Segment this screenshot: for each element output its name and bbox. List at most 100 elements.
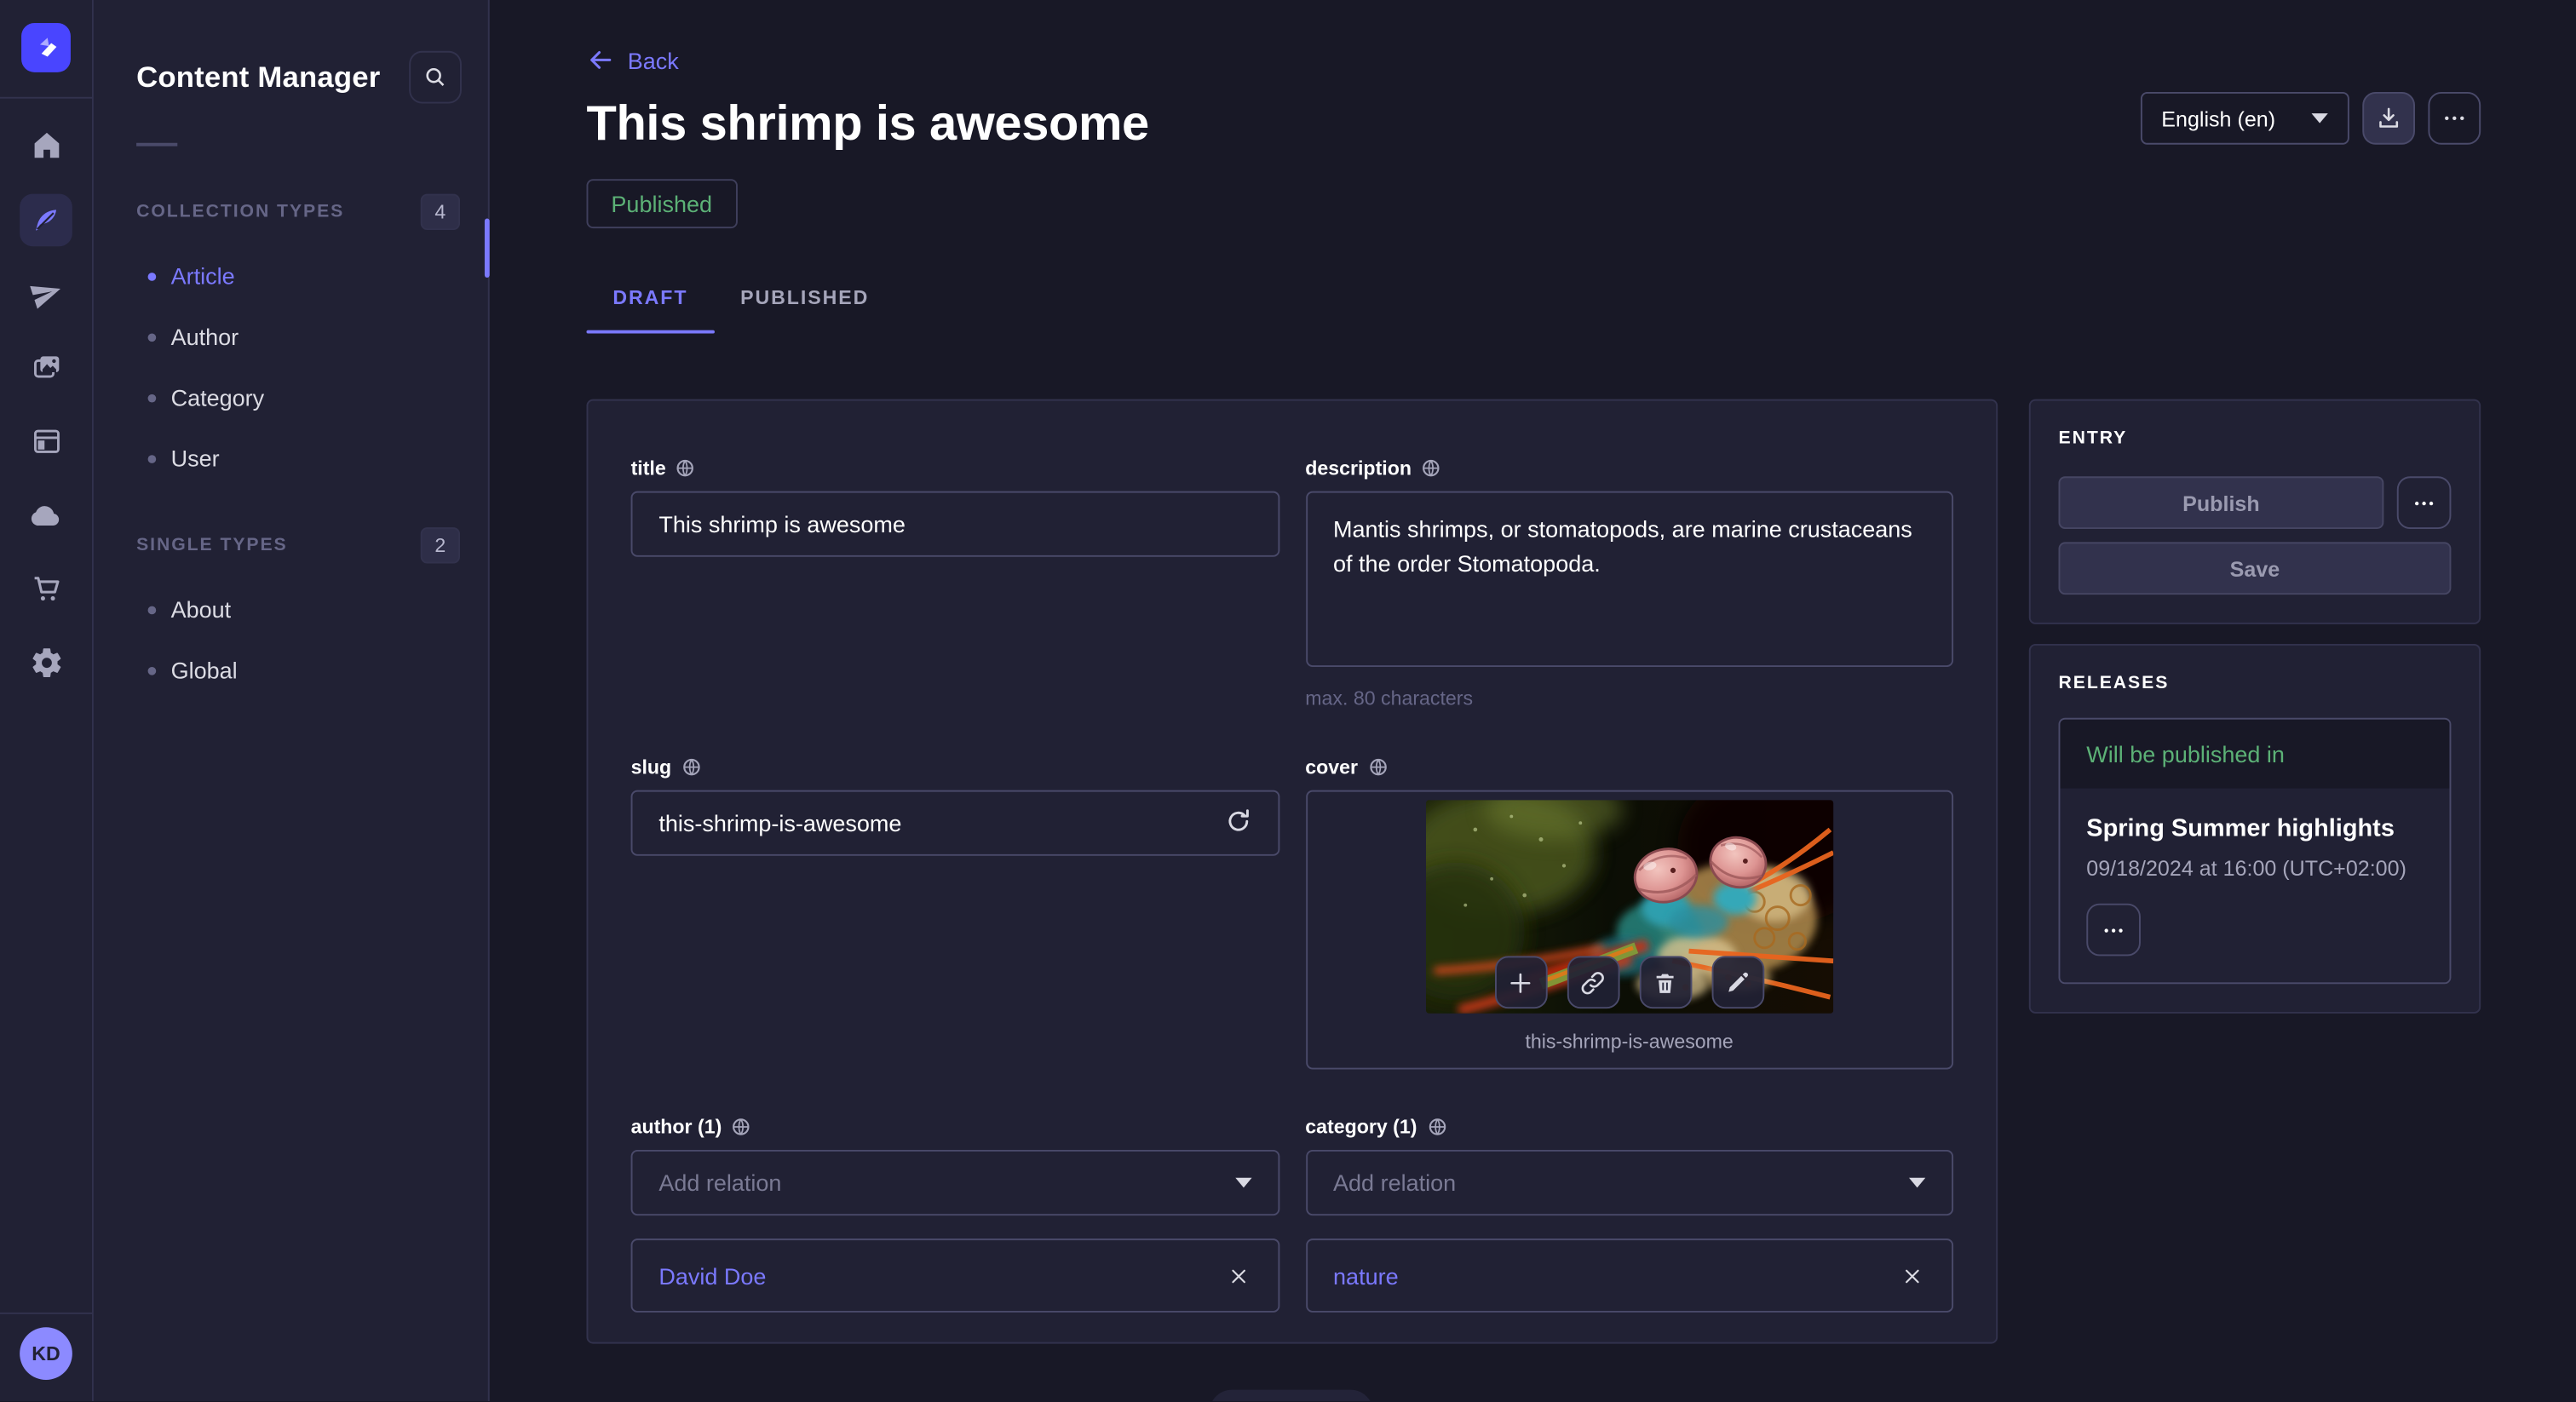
- slug-input[interactable]: [631, 790, 1279, 856]
- nav-media-library[interactable]: [0, 330, 93, 405]
- user-avatar[interactable]: KD: [20, 1327, 72, 1380]
- nav-deploy[interactable]: [0, 478, 93, 552]
- delete-asset-button[interactable]: [1639, 956, 1692, 1008]
- download-icon: [2376, 105, 2402, 131]
- nav-content-type-builder[interactable]: [0, 404, 93, 478]
- cart-icon: [29, 572, 63, 606]
- bullet-icon: [148, 606, 157, 614]
- regenerate-slug-button[interactable]: [1220, 805, 1256, 841]
- sidebar-item-user[interactable]: User: [94, 428, 488, 489]
- locale-select[interactable]: English (en): [2140, 92, 2349, 145]
- export-button[interactable]: [2362, 92, 2415, 145]
- select-placeholder: Add relation: [658, 1169, 781, 1196]
- section-label: COLLECTION TYPES: [136, 202, 344, 221]
- nav-content-manager[interactable]: [0, 182, 93, 256]
- globe-icon: [732, 1117, 751, 1136]
- nav-home[interactable]: [0, 108, 93, 182]
- save-button[interactable]: Save: [2058, 542, 2451, 595]
- chevron-down-icon: [1234, 1178, 1251, 1188]
- release-more-button[interactable]: [2086, 904, 2141, 957]
- panel-title: Content Manager: [136, 60, 409, 95]
- active-nav-tile: [20, 193, 72, 246]
- status-badge: Published: [586, 179, 736, 228]
- author-relation-select[interactable]: Add relation: [631, 1150, 1279, 1215]
- nav-settings[interactable]: [0, 626, 93, 700]
- publish-button[interactable]: Publish: [2058, 476, 2383, 529]
- locale-value: English (en): [2161, 106, 2275, 130]
- tab-published[interactable]: PUBLISHED: [714, 278, 895, 334]
- back-button[interactable]: Back: [586, 46, 678, 74]
- entry-more-button[interactable]: [2397, 476, 2452, 529]
- rail-nav: [0, 108, 93, 699]
- entry-form-card: title description: [586, 399, 1998, 1344]
- copy-link-button[interactable]: [1567, 956, 1619, 1008]
- category-field: category (1) Add relation nature: [1305, 1115, 1953, 1312]
- category-relation-select[interactable]: Add relation: [1305, 1150, 1953, 1215]
- cover-asset-box: this-shrimp-is-awesome: [1305, 790, 1953, 1070]
- back-label: Back: [628, 47, 679, 73]
- cover-field: cover: [1305, 756, 1953, 1069]
- content-manager-panel: Content Manager COLLECTION TYPES 4 Artic…: [94, 0, 490, 1401]
- nav-marketplace[interactable]: [0, 552, 93, 626]
- releases-panel: RELEASES Will be published in Spring Sum…: [2029, 644, 2481, 1014]
- search-button[interactable]: [409, 52, 462, 105]
- collection-types-section: COLLECTION TYPES 4 Article Author Catego…: [94, 193, 488, 489]
- relation-link[interactable]: David Doe: [658, 1262, 766, 1289]
- chevron-down-icon: [2311, 113, 2327, 124]
- bullet-icon: [148, 667, 157, 675]
- globe-icon: [1422, 458, 1441, 478]
- tab-draft[interactable]: DRAFT: [586, 278, 714, 334]
- right-sidebar: ENTRY Publish Save RELEASES Wil: [2029, 399, 2481, 1014]
- select-placeholder: Add relation: [1333, 1169, 1456, 1196]
- single-types-section: SINGLE TYPES 2 About Global: [94, 527, 488, 701]
- trash-icon: [1652, 968, 1680, 997]
- add-asset-button[interactable]: [1495, 956, 1548, 1008]
- cover-actions: [1495, 956, 1764, 1008]
- close-icon: [1902, 1266, 1922, 1285]
- sidebar-item-label: Article: [171, 263, 235, 290]
- edit-asset-button[interactable]: [1711, 956, 1764, 1008]
- scroll-pill-button[interactable]: [1209, 1390, 1373, 1402]
- field-label-category: category (1): [1305, 1115, 1417, 1138]
- cover-image[interactable]: [1426, 800, 1833, 1014]
- ellipsis-icon: [2412, 491, 2436, 515]
- field-label-description: description: [1305, 457, 1412, 480]
- entry-panel-heading: ENTRY: [2058, 428, 2451, 448]
- ellipsis-icon: [2441, 105, 2468, 131]
- release-status: Will be published in: [2060, 720, 2449, 789]
- sidebar-item-global[interactable]: Global: [94, 641, 488, 701]
- close-icon: [1228, 1266, 1248, 1285]
- pencil-icon: [1724, 968, 1752, 997]
- title-input[interactable]: [631, 491, 1279, 557]
- globe-icon: [1368, 757, 1388, 777]
- relation-link[interactable]: nature: [1333, 1262, 1399, 1289]
- arrow-left-icon: [586, 46, 614, 74]
- globe-icon: [681, 757, 701, 777]
- remove-relation-button[interactable]: [1899, 1262, 1925, 1289]
- strapi-logo[interactable]: [21, 23, 71, 72]
- feather-icon: [30, 203, 63, 236]
- remove-relation-button[interactable]: [1225, 1262, 1251, 1289]
- header-more-button[interactable]: [2428, 92, 2481, 145]
- version-tabs: DRAFT PUBLISHED: [586, 278, 2481, 334]
- sidebar-item-category[interactable]: Category: [94, 368, 488, 428]
- globe-icon: [676, 458, 695, 478]
- sidebar-item-author[interactable]: Author: [94, 307, 488, 367]
- sidebar-item-article[interactable]: Article: [94, 246, 488, 307]
- section-count-badge: 4: [421, 193, 460, 229]
- description-textarea[interactable]: Mantis shrimps, or stomatopods, are mari…: [1305, 491, 1953, 667]
- main-content: Back This shrimp is awesome English (en): [490, 0, 2576, 1401]
- sidebar-item-about[interactable]: About: [94, 580, 488, 641]
- author-relation-item: David Doe: [631, 1238, 1279, 1313]
- release-name: Spring Summer highlights: [2086, 815, 2423, 843]
- globe-icon: [1427, 1117, 1446, 1136]
- chevron-down-icon: [1909, 1178, 1925, 1188]
- nav-releases[interactable]: [0, 256, 93, 330]
- release-date: 09/18/2024 at 16:00 (UTC+02:00): [2086, 856, 2423, 881]
- rail-divider: [0, 97, 92, 99]
- bullet-icon: [148, 273, 157, 281]
- description-field: description Mantis shrimps, or stomatopo…: [1305, 457, 1953, 710]
- link-icon: [1579, 968, 1607, 997]
- images-icon: [29, 350, 63, 384]
- description-hint: max. 80 characters: [1305, 687, 1953, 710]
